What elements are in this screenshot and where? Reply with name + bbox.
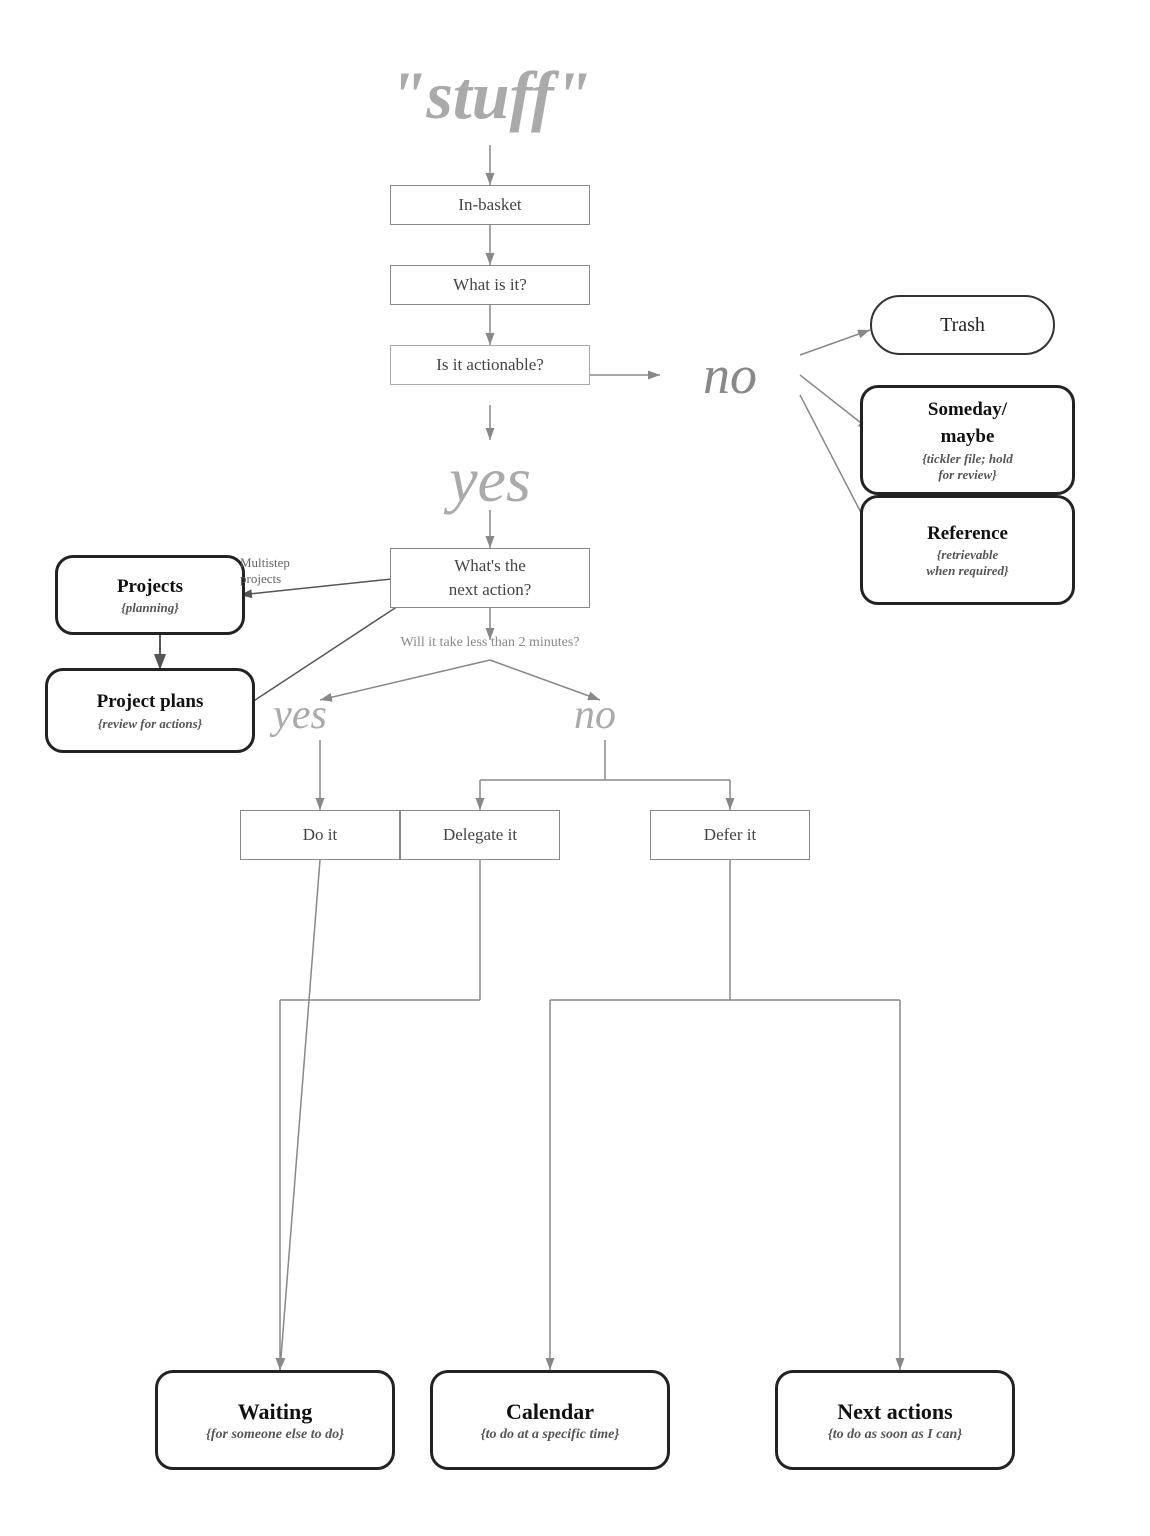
flowchart-diagram: "stuff" In-basket What is it? Is it acti…: [0, 0, 1150, 1536]
actionable-node: Is it actionable?: [390, 345, 590, 385]
calendar-node: Calendar {to do at a specific time}: [430, 1370, 670, 1470]
delegate-node: Delegate it: [400, 810, 560, 860]
no-label: no: [660, 345, 800, 405]
waiting-node: Waiting {for someone else to do}: [155, 1370, 395, 1470]
whatisit-node: What is it?: [390, 265, 590, 305]
project-plans-node: Project plans {review for actions}: [45, 668, 255, 753]
arrows-svg: [0, 0, 1150, 1536]
trash-node: Trash: [870, 295, 1055, 355]
yes2-label: yes: [240, 690, 360, 740]
stuff-label: "stuff": [320, 40, 660, 150]
no2-label: no: [545, 690, 645, 740]
next-action-node: What's the next action?: [390, 548, 590, 608]
projects-node: Projects {planning}: [55, 555, 245, 635]
multistep-label: Multistep projects: [240, 555, 370, 587]
next-actions-node: Next actions {to do as soon as I can}: [775, 1370, 1015, 1470]
yes-label: yes: [380, 440, 600, 520]
inbasket-node: In-basket: [390, 185, 590, 225]
reference-node: Reference {retrievable when required}: [860, 495, 1075, 605]
someday-node: Someday/ maybe {tickler file; hold for r…: [860, 385, 1075, 495]
two-min-label: Will it take less than 2 minutes?: [290, 628, 690, 658]
defer-node: Defer it: [650, 810, 810, 860]
doit-node: Do it: [240, 810, 400, 860]
